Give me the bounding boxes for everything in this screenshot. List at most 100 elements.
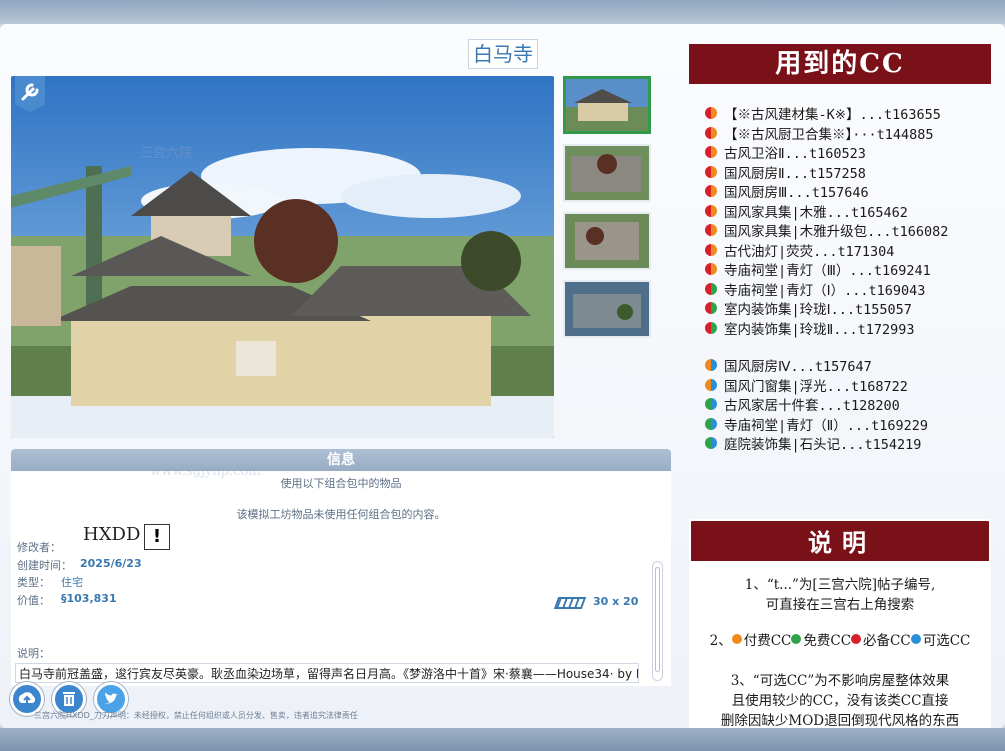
wrench-icon	[21, 83, 39, 101]
cc-item-label: 古风家居十件套...t128200	[724, 398, 900, 414]
background-top-strip	[0, 0, 1005, 24]
thumbnail-4[interactable]	[563, 280, 651, 338]
legend-label: 付费CC	[743, 633, 792, 649]
cc-type-dot-icon	[705, 165, 717, 178]
description-label: 说明：	[17, 647, 50, 660]
price-label: 价值：	[17, 594, 50, 607]
legend-label: 免费CC	[803, 633, 852, 649]
cc-item-label: 室内装饰集|玲珑Ⅰ...t155057	[724, 302, 912, 318]
upload-icon	[18, 692, 36, 705]
cc-type-dot-icon	[705, 282, 717, 295]
packs-line: 使用以下组合包中的物品	[280, 477, 402, 490]
cc-item: 寺庙祠堂|青灯（Ⅰ）...t169043	[705, 280, 926, 299]
cc-item-label: 国风家具集|木雅升级包...t166082	[724, 224, 949, 240]
thumbnail-image	[566, 79, 648, 131]
note-line-3a: 3、“可选CC”为不影响房屋整体效果	[730, 673, 950, 689]
cc-item: 室内装饰集|玲珑Ⅰ...t155057	[705, 299, 912, 318]
notes-box: 说明 1、“t...”为[三宫六院]帖子编号, 可直接在三宫右上角搜索 2、 付…	[689, 519, 991, 728]
cc-type-dot-icon	[705, 417, 717, 430]
cc-item: 古风家居十件套...t128200	[705, 395, 900, 414]
cc-item: 国风厨房Ⅳ...t157647	[705, 356, 872, 375]
cc-item: 古风卫浴Ⅱ...t160523	[705, 143, 866, 162]
thumbnail-image	[565, 146, 649, 200]
cc-type-dot-icon	[705, 302, 717, 314]
creator-mark: !	[144, 524, 170, 550]
cc-item: 国风厨房Ⅱ...t157258	[705, 163, 866, 182]
cc-type-dot-icon	[705, 107, 717, 119]
creator-label: 修改者：	[17, 541, 61, 554]
cc-type-dot-icon	[705, 359, 717, 371]
cc-item: 国风家具集|木雅...t165462	[705, 202, 908, 221]
cc-item-label: 古风卫浴Ⅱ...t160523	[724, 146, 866, 162]
lot-size-value: 30 x 20	[593, 595, 639, 608]
cc-item-label: 【※古风建材集-K※】...t163655	[724, 107, 941, 123]
cc-item: 【※古风厨卫合集※】···t144885	[705, 124, 934, 143]
cc-type-dot-icon	[705, 126, 717, 139]
legend-dot-icon	[791, 634, 802, 644]
creator-name[interactable]: HXDD	[83, 524, 140, 545]
note-line-3c: 删除因缺少MOD退回倒现代风格的东西	[720, 713, 960, 728]
cc-item: 国风厨房Ⅲ...t157646	[705, 182, 869, 201]
cc-item: 【※古风建材集-K※】...t163655	[705, 104, 941, 123]
cc-item-label: 寺庙祠堂|青灯（Ⅰ）...t169043	[724, 282, 926, 299]
cc-item: 国风门窗集|浮光...t168722	[705, 376, 908, 395]
note-legend: 2、 付费CC 免费CC 必备CC 可选CC	[691, 629, 989, 649]
lot-size-icon	[553, 597, 587, 609]
info-body: 使用以下组合包中的物品 该模拟工坊物品未使用任何组合包的内容。 修改者： HXD…	[11, 471, 671, 686]
cc-type-dot-icon	[705, 243, 717, 256]
scrollbar-thumb[interactable]	[655, 567, 660, 672]
cc-panel-title: 用到的CC	[689, 44, 991, 84]
cc-item-label: 古代油灯|荧荧...t171304	[724, 243, 895, 260]
edit-tab[interactable]	[15, 76, 45, 112]
cc-type-dot-icon	[705, 146, 717, 158]
note-line-1a: 1、“t...”为[三宫六院]帖子编号,	[744, 577, 936, 593]
cc-type-dot-icon	[705, 398, 717, 410]
legend-dot-icon	[851, 634, 862, 644]
cc-item-label: 室内装饰集|玲珑Ⅱ...t172993	[724, 321, 915, 338]
cc-type-dot-icon	[705, 378, 717, 391]
temple-scene-image	[11, 76, 554, 438]
watermark-url: www.sgjynp.com	[150, 464, 261, 479]
cc-item-label: 国风厨房Ⅱ...t157258	[724, 165, 866, 182]
legend-label: 可选CC	[922, 633, 971, 649]
main-lot-image	[11, 76, 554, 438]
cc-type-dot-icon	[705, 321, 717, 334]
cc-item-label: 寺庙祠堂|青灯（Ⅲ）...t169241	[724, 263, 931, 279]
cc-type-dot-icon	[705, 437, 717, 449]
info-header: 信息	[11, 449, 671, 471]
legend-dot-icon	[910, 634, 921, 644]
cc-type-dot-icon	[705, 185, 717, 197]
note-line-1b: 可直接在三宫右上角搜索	[765, 597, 915, 613]
thumbnail-image	[565, 214, 649, 268]
created-value: 2025/6/23	[80, 557, 142, 570]
cc-item-label: 国风厨房Ⅲ...t157646	[724, 185, 869, 201]
legend-dot-icon	[731, 634, 742, 644]
cc-type-dot-icon	[705, 224, 717, 236]
notes-content: 1、“t...”为[三宫六院]帖子编号, 可直接在三宫右上角搜索 2、 付费CC…	[691, 561, 989, 728]
cc-item: 室内装饰集|玲珑Ⅱ...t172993	[705, 319, 915, 338]
legend-prefix: 2、	[709, 633, 732, 649]
created-label: 创建时间：	[17, 559, 72, 572]
cc-item-label: 国风家具集|木雅...t165462	[724, 204, 908, 221]
packs-note: 该模拟工坊物品未使用任何组合包的内容。	[236, 508, 446, 521]
cc-item-label: 国风厨房Ⅳ...t157647	[724, 359, 872, 375]
cc-item-label: 国风门窗集|浮光...t168722	[724, 378, 908, 395]
cc-item-label: 【※古风厨卫合集※】···t144885	[724, 126, 934, 143]
cc-item-label: 庭院装饰集|石头记...t154219	[724, 437, 922, 453]
cc-item: 寺庙祠堂|青灯（Ⅱ）...t169229	[705, 415, 928, 434]
copyright-notice: 三宫六院HXDD_刀刀声明：未经授权，禁止任何组织或人员分发、售卖，违者追究法律…	[34, 711, 358, 720]
cc-item: 庭院装饰集|石头记...t154219	[705, 434, 922, 453]
lot-detail-panel: 白马寺 信息 使用以下组合包中的物品 该模拟工坊物品未使用任何组合包的内容。 修…	[0, 24, 1005, 728]
cc-item: 古代油灯|荧荧...t171304	[705, 241, 895, 260]
cc-item: 国风家具集|木雅升级包...t166082	[705, 221, 949, 240]
thumbnail-1[interactable]	[563, 76, 651, 134]
thumbnail-3[interactable]	[563, 212, 651, 270]
twitter-icon	[104, 692, 118, 704]
info-scrollbar[interactable]	[652, 561, 663, 681]
note-line-3b: 且使用较少的CC，没有该类CC直接	[731, 693, 949, 709]
cc-item: 寺庙祠堂|青灯（Ⅲ）...t169241	[705, 260, 931, 279]
cc-type-dot-icon	[705, 204, 717, 217]
thumbnail-2[interactable]	[563, 144, 651, 202]
legend-label: 必备CC	[863, 633, 911, 649]
price-value: §103,831	[61, 592, 117, 605]
